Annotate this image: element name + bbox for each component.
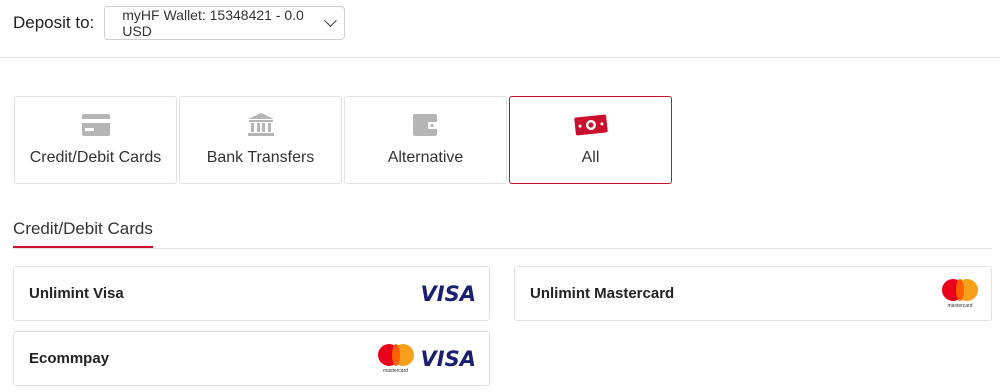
payment-option-name: Ecommpay — [29, 350, 110, 367]
payment-logos: mastercard VISA — [377, 343, 476, 374]
visa-logo: VISA — [420, 281, 476, 306]
section-title: Credit/Debit Cards — [13, 219, 153, 248]
money-icon — [573, 112, 608, 137]
wallet-select-value: myHF Wallet: 15348421 - 0.0 USD — [122, 7, 304, 39]
tab-bank-transfers[interactable]: Bank Transfers — [179, 96, 342, 184]
mastercard-logo-text: mastercard — [947, 302, 973, 309]
tab-alternative[interactable]: Alternative — [344, 96, 507, 184]
payment-option-unlimint-mastercard[interactable]: Unlimint Mastercard mastercard — [514, 266, 992, 321]
mastercard-logo: mastercard — [377, 343, 414, 374]
payment-option-unlimint-visa[interactable]: Unlimint Visa VISA — [13, 266, 490, 321]
tab-credit-debit-cards[interactable]: Credit/Debit Cards — [14, 96, 177, 184]
payment-logos: VISA — [421, 282, 476, 306]
divider — [0, 57, 1000, 58]
tab-label: Bank Transfers — [206, 149, 315, 166]
section-header: Credit/Debit Cards — [13, 219, 992, 249]
wallet-icon — [412, 112, 439, 137]
deposit-row: Deposit to: myHF Wallet: 15348421 - 0.0 … — [13, 5, 346, 41]
tab-all[interactable]: All — [509, 96, 672, 184]
payment-option-name: Unlimint Mastercard — [530, 285, 675, 302]
tab-label: Credit/Debit Cards — [29, 149, 162, 166]
deposit-label: Deposit to: — [13, 13, 95, 32]
mastercard-logo: mastercard — [942, 278, 978, 309]
credit-card-icon — [81, 112, 110, 137]
tab-label: All — [581, 149, 600, 166]
method-tabs: Credit/Debit Cards Bank Transfers Altern… — [14, 96, 674, 184]
mastercard-logo-text: mastercard — [383, 367, 409, 374]
tab-label: Alternative — [387, 149, 464, 166]
payment-option-name: Unlimint Visa — [29, 285, 124, 302]
payment-logos: mastercard — [942, 278, 978, 309]
payment-option-ecommpay[interactable]: Ecommpay mastercard VISA — [13, 331, 490, 386]
visa-logo: VISA — [420, 346, 476, 371]
bank-icon — [247, 112, 274, 137]
wallet-select[interactable]: myHF Wallet: 15348421 - 0.0 USD — [104, 6, 346, 40]
